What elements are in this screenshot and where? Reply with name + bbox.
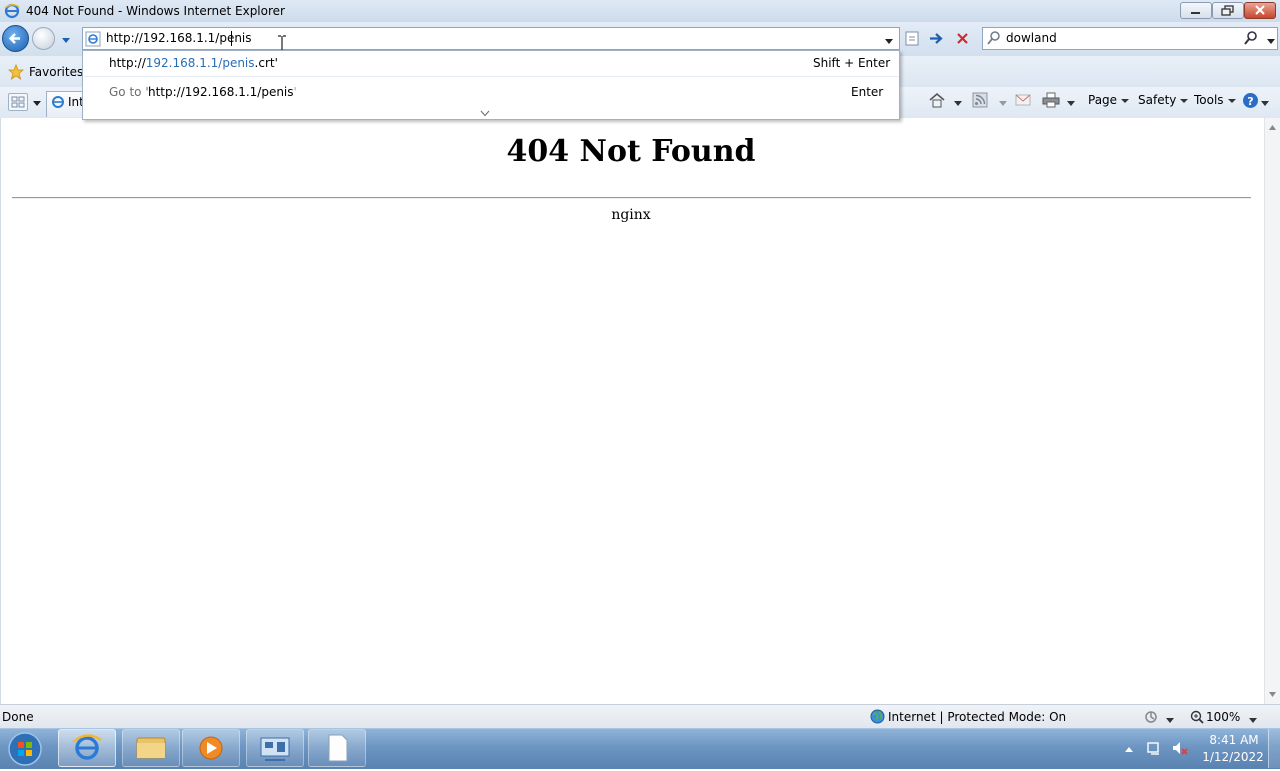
dropdown-expand-icon[interactable] [480, 106, 490, 117]
help-icon[interactable]: ? [1242, 92, 1259, 109]
history-dropdown-icon[interactable] [61, 34, 71, 43]
home-icon[interactable] [928, 92, 946, 108]
goto-suffix: ' [293, 85, 297, 99]
autocomplete-suggestion[interactable]: http://192.168.1.1/penis.crt' [109, 56, 278, 70]
safety-menu-label: Safety [1138, 93, 1177, 107]
read-mail-icon[interactable] [1015, 93, 1031, 107]
search-icon[interactable] [1243, 30, 1259, 46]
page-content [0, 118, 1264, 704]
address-dropdown-icon[interactable] [884, 35, 894, 44]
print-dropdown-icon[interactable] [1066, 97, 1076, 106]
page-menu-caret-icon [1121, 98, 1130, 103]
feeds-icon[interactable] [972, 92, 988, 108]
favorites-star-icon[interactable] [7, 63, 25, 80]
goto-item[interactable]: http://192.168.1.1/penis' [148, 85, 297, 99]
goto-shortcut: Enter [851, 85, 884, 99]
page-icon [85, 31, 101, 47]
favorites-button[interactable]: Favorites [29, 65, 83, 79]
show-desktop-button[interactable] [1268, 729, 1280, 768]
status-dropdown-icon[interactable] [1165, 714, 1175, 723]
suggestion-suffix: .crt' [254, 56, 278, 70]
dropdown-separator [84, 76, 898, 77]
taskbar-media-player[interactable] [182, 729, 240, 767]
stop-icon[interactable] [954, 30, 971, 47]
show-hidden-icons-button[interactable] [1124, 743, 1134, 752]
safety-menu-button[interactable]: Safety [1138, 93, 1189, 107]
status-bar [0, 704, 1280, 729]
page-menu-button[interactable]: Page [1088, 93, 1130, 107]
taskbar-network-app[interactable] [246, 729, 304, 767]
minimize-button[interactable] [1180, 2, 1212, 19]
search-input[interactable]: dowland [1006, 31, 1057, 45]
internet-zone-globe-icon [870, 709, 885, 724]
volume-muted-icon[interactable] [1171, 740, 1189, 756]
goto-prefix: Go to ' [109, 85, 149, 99]
taskbar-internet-explorer[interactable] [58, 729, 116, 767]
suggestion-highlight: 192.168.1.1/penis [145, 56, 255, 70]
search-options-dropdown-icon[interactable] [1266, 35, 1276, 44]
zoom-dropdown-icon[interactable] [1248, 714, 1258, 723]
help-dropdown-icon[interactable] [1260, 97, 1270, 106]
clock-date[interactable]: 1/12/2022 [1200, 750, 1266, 764]
action-center-flag-icon[interactable] [1146, 740, 1162, 756]
zoom-level[interactable]: 100% [1206, 710, 1240, 724]
taskbar-windows-explorer[interactable] [122, 729, 180, 767]
tab-list-dropdown-icon[interactable] [32, 97, 42, 106]
protected-mode-icon[interactable] [1144, 709, 1160, 724]
compatibility-view-icon[interactable] [904, 30, 921, 47]
close-window-button[interactable] [1244, 2, 1276, 19]
svg-text:?: ? [1247, 95, 1253, 108]
text-cursor [231, 31, 232, 46]
goto-url: http://192.168.1.1/penis [148, 85, 294, 99]
forward-button[interactable] [32, 27, 55, 50]
restore-button[interactable] [1212, 2, 1244, 19]
page-menu-label: Page [1088, 93, 1118, 107]
clock-time[interactable]: 8:41 AM [1204, 733, 1264, 747]
quick-tabs-button[interactable] [8, 93, 28, 111]
suggestion-shortcut: Shift + Enter [813, 56, 891, 70]
ie-logo-icon [4, 3, 20, 19]
server-name: nginx [611, 207, 651, 223]
tools-menu-button[interactable]: Tools [1194, 93, 1236, 107]
security-zone-text[interactable]: Internet | Protected Mode: On [888, 710, 1066, 724]
taskbar-notepad[interactable] [308, 729, 366, 767]
search-provider-icon [986, 30, 1002, 46]
start-button[interactable] [6, 730, 44, 768]
back-button[interactable] [2, 25, 29, 52]
horizontal-rule [12, 197, 1251, 199]
zoom-icon[interactable] [1190, 710, 1204, 724]
feeds-dropdown-icon[interactable] [998, 97, 1008, 106]
page-heading: 404 Not Found [506, 134, 756, 169]
address-input[interactable]: http://192.168.1.1/penis [106, 31, 252, 45]
home-dropdown-icon[interactable] [953, 97, 963, 106]
window-title: 404 Not Found - Windows Internet Explore… [26, 4, 285, 18]
print-icon[interactable] [1042, 92, 1060, 108]
go-arrow-icon[interactable] [928, 30, 945, 47]
suggestion-prefix: http:// [109, 56, 146, 70]
tab-ie-icon [51, 95, 65, 109]
safety-menu-caret-icon [1180, 98, 1189, 103]
tools-menu-label: Tools [1194, 93, 1224, 107]
tools-menu-caret-icon [1227, 98, 1236, 103]
vertical-scrollbar[interactable] [1264, 118, 1280, 704]
status-text: Done [2, 710, 34, 724]
